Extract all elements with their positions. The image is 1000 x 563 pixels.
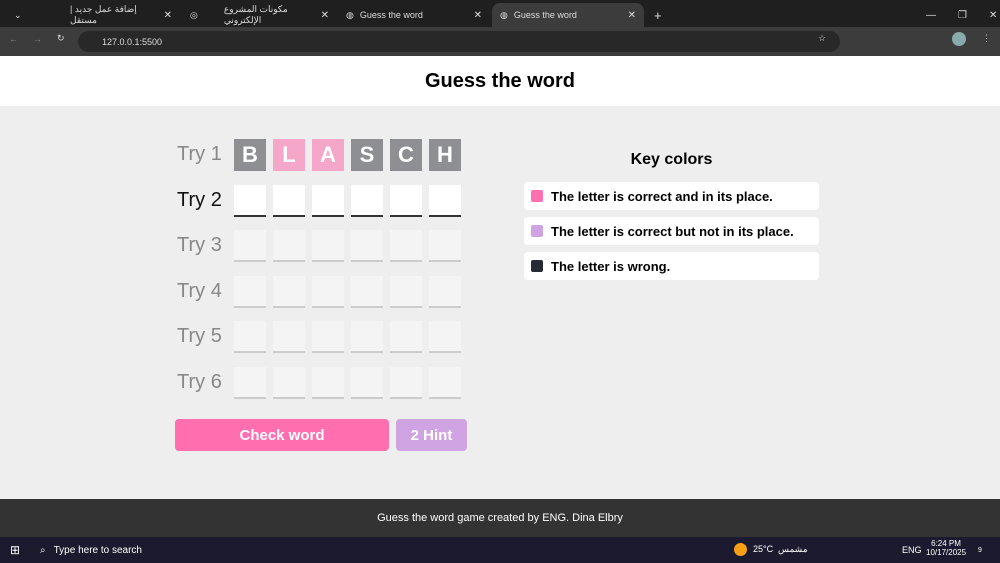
letter-input[interactable]: [234, 184, 266, 217]
letter-input: [273, 275, 305, 308]
letter-input: [390, 275, 422, 308]
close-icon[interactable]: ✕: [164, 10, 172, 21]
letter-input[interactable]: [429, 184, 461, 217]
letter-input: [312, 321, 344, 354]
key-item: The letter is wrong.: [524, 252, 819, 280]
letter-input: [273, 321, 305, 354]
window-controls[interactable]: — ❐ ✕: [918, 3, 1000, 27]
close-icon[interactable]: ✕: [321, 10, 329, 21]
clock[interactable]: 6:24 PM 10/17/2025: [926, 539, 966, 557]
try-label: Try 2: [177, 188, 222, 211]
letter-input[interactable]: [273, 184, 305, 217]
close-icon[interactable]: ✕: [628, 10, 636, 21]
key-item: The letter is correct but not in its pla…: [524, 217, 819, 245]
tab-bar: ⌄ إضافة عمل جديد | مستقل ✕ ◎ مكونات المشرو…: [0, 0, 1000, 27]
search-icon: ⌕: [40, 544, 46, 556]
taskbar-search[interactable]: ⌕ Type here to search: [30, 537, 230, 563]
letter-tile: C: [390, 139, 422, 171]
taskbar: ⊞ ⌕ Type here to search 25°C مشمس ENG 6:2…: [0, 537, 1000, 563]
try-label: Try 4: [177, 279, 222, 302]
letter-input: [351, 275, 383, 308]
letter-input: [390, 321, 422, 354]
letter-input: [312, 367, 344, 399]
weather-sun-icon: [734, 543, 747, 556]
color-swatch: [531, 225, 543, 237]
footer: Guess the word game created by ENG. Dina…: [0, 499, 1000, 537]
globe-icon: ◍: [500, 9, 508, 20]
menu-icon[interactable]: ⋮: [982, 33, 991, 44]
letter-input: [351, 230, 383, 263]
notification-badge[interactable]: 9: [978, 547, 982, 554]
key-item: The letter is correct and in its place.: [524, 182, 819, 210]
letter-input: [234, 367, 266, 399]
letter-input: [273, 367, 305, 399]
address-bar: ← → ↻ 127.0.0.1:5500 ☆ ⋮: [0, 27, 1000, 56]
key-colors-title: Key colors: [630, 151, 713, 168]
letter-input: [234, 230, 266, 263]
try-label: Try 5: [177, 325, 222, 348]
close-icon[interactable]: ✕: [474, 10, 482, 21]
globe-icon: ◎: [190, 9, 198, 20]
letter-input[interactable]: [351, 184, 383, 217]
try-label: Try 1: [177, 143, 222, 165]
color-swatch: [531, 190, 543, 202]
letter-tile: B: [234, 139, 266, 171]
globe-icon: ◍: [346, 9, 354, 20]
letter-input: [312, 275, 344, 308]
letter-input: [312, 230, 344, 263]
letter-tile: S: [351, 139, 383, 171]
letter-input: [351, 321, 383, 354]
page-title: Guess the word: [0, 56, 1000, 106]
letter-input: [273, 230, 305, 263]
letter-tile: H: [429, 139, 461, 171]
letter-input: [429, 230, 461, 263]
forward-icon[interactable]: →: [33, 34, 42, 44]
url-input[interactable]: 127.0.0.1:5500: [78, 31, 840, 52]
letter-input: [234, 275, 266, 308]
tab-active[interactable]: ◍ Guess the word ✕: [492, 3, 644, 27]
letter-input[interactable]: [312, 184, 344, 217]
letter-input[interactable]: [390, 184, 422, 217]
tab-search-button[interactable]: ⌄: [6, 3, 22, 27]
letter-input: [351, 367, 383, 399]
language-indicator[interactable]: ENG: [902, 545, 922, 555]
letter-tile: A: [312, 139, 344, 171]
tab[interactable]: ◎ مكونات المشروع الإلكتروني ✕: [182, 3, 337, 27]
check-word-button[interactable]: Check word: [175, 419, 389, 451]
avatar[interactable]: [952, 32, 966, 46]
letter-input: [390, 230, 422, 263]
letter-input: [429, 275, 461, 308]
weather-temp: 25°C: [753, 544, 774, 554]
letter-input: [234, 321, 266, 354]
letter-tile: L: [273, 139, 305, 171]
hint-button[interactable]: 2 Hint: [396, 419, 467, 451]
weather-label: مشمس: [778, 544, 808, 554]
back-icon[interactable]: ←: [9, 34, 18, 44]
letter-input: [429, 367, 461, 399]
reload-icon[interactable]: ↻: [57, 33, 65, 44]
letter-input: [390, 367, 422, 399]
try-label: Try 3: [177, 234, 222, 257]
tab[interactable]: إضافة عمل جديد | مستقل ✕: [62, 3, 180, 27]
tab[interactable]: ◍ Guess the word ✕: [338, 3, 490, 27]
letter-input: [429, 321, 461, 354]
new-tab-button[interactable]: +: [646, 3, 670, 27]
star-icon[interactable]: ☆: [818, 33, 826, 44]
try-label: Try 6: [177, 371, 222, 393]
windows-start-icon[interactable]: ⊞: [10, 543, 20, 557]
color-swatch: [531, 260, 543, 272]
